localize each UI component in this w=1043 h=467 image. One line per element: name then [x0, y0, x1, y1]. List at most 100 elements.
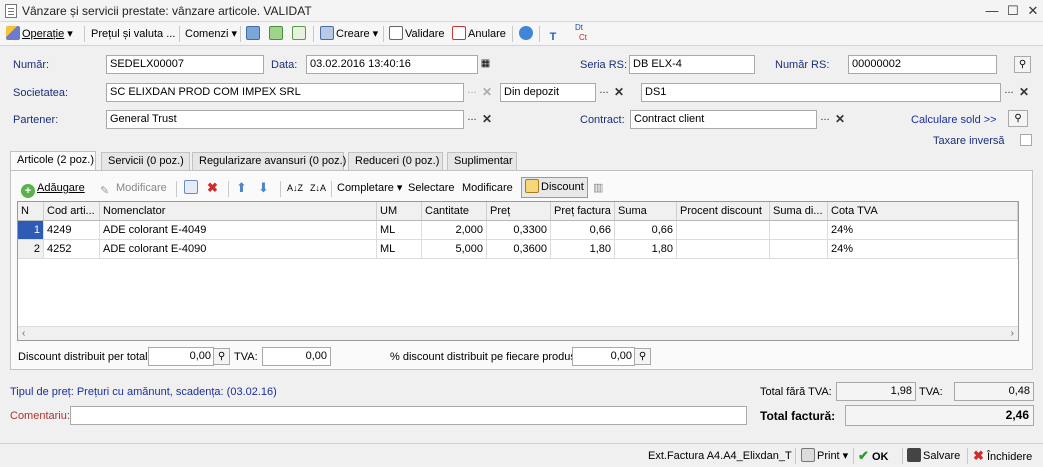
horizontal-scrollbar[interactable]: ‹ ›: [18, 326, 1018, 340]
ok-button[interactable]: ✔ OK: [858, 447, 888, 465]
table-cell[interactable]: 0,3300: [487, 221, 551, 240]
col-header-pret[interactable]: Preț: [487, 202, 551, 221]
discount-produs-field[interactable]: 0,00: [572, 347, 635, 366]
scroll-right-icon[interactable]: ›: [1011, 327, 1014, 340]
col-header-suma[interactable]: Suma: [615, 202, 677, 221]
copy-row-icon[interactable]: [184, 179, 200, 197]
tab-articole[interactable]: Articole (2 poz.): [10, 151, 96, 170]
adaugare-button[interactable]: + Adăugare: [21, 179, 85, 198]
calendar-icon[interactable]: ▦: [477, 56, 494, 73]
move-up-icon[interactable]: ⬆: [236, 179, 247, 197]
col-header-pret-factura[interactable]: Preț factura: [551, 202, 615, 221]
societatea-field[interactable]: SC ELIXDAN PROD COM IMPEX SRL: [106, 83, 464, 102]
table-cell[interactable]: [770, 240, 828, 259]
table-cell[interactable]: 4252: [44, 240, 100, 259]
comenzi-menu[interactable]: Comenzi ▾: [185, 25, 237, 43]
modificare2-button[interactable]: Modificare: [462, 179, 513, 197]
partener-field[interactable]: General Trust: [106, 110, 464, 129]
contract-clear-icon[interactable]: ✕: [833, 111, 847, 128]
discount-tva-field[interactable]: 0,00: [262, 347, 331, 366]
operatie-menu[interactable]: Operație ▾: [6, 25, 73, 43]
modificare-button[interactable]: ✎ Modificare: [100, 179, 167, 197]
table-row[interactable]: 1: [18, 221, 44, 240]
discount-button[interactable]: Discount: [521, 177, 588, 198]
search-icon[interactable]: ⚲: [1014, 56, 1031, 73]
seria-rs-field[interactable]: DB ELX-4: [629, 55, 755, 74]
data-field[interactable]: 03.02.2016 13:40:16: [306, 55, 478, 74]
table-cell[interactable]: 0,66: [551, 221, 615, 240]
tipul-pret-link[interactable]: Tipul de preț: Prețuri cu amănunt, scade…: [10, 386, 277, 398]
import-icon[interactable]: [246, 25, 262, 43]
maximize-button[interactable]: ☐: [1003, 2, 1023, 20]
table-cell[interactable]: 0,66: [615, 221, 677, 240]
search-icon[interactable]: ⚲: [1008, 110, 1028, 127]
sort-za-icon[interactable]: Z↓A: [310, 179, 326, 197]
tab-servicii[interactable]: Servicii (0 poz.): [101, 152, 190, 170]
col-header-cota-tva[interactable]: Cota TVA: [828, 202, 1018, 221]
table-cell[interactable]: ADE colorant E-4049: [100, 221, 377, 240]
societatea-browse-button[interactable]: ...: [464, 84, 480, 101]
delete-icon[interactable]: ✖: [207, 179, 218, 197]
col-header-suma-discount[interactable]: Suma di...: [770, 202, 828, 221]
refresh-icon[interactable]: [269, 25, 285, 43]
text-format-icon[interactable]: T: [546, 25, 562, 43]
col-header-nomenclator[interactable]: Nomenclator: [100, 202, 377, 221]
depozit-browse-button[interactable]: ...: [596, 84, 612, 101]
ds-field[interactable]: DS1: [641, 83, 1001, 102]
chat-icon[interactable]: [519, 25, 535, 43]
partener-browse-button[interactable]: ...: [464, 111, 480, 128]
ds-clear-icon[interactable]: ✕: [1017, 84, 1031, 101]
discount-total-field[interactable]: 0,00: [148, 347, 214, 366]
tab-regularizare[interactable]: Regularizare avansuri (0 poz.): [192, 152, 346, 170]
contract-field[interactable]: Contract client: [630, 110, 817, 129]
close-button[interactable]: ✕: [1023, 2, 1043, 20]
sort-az-icon[interactable]: A↓Z: [287, 179, 303, 197]
scroll-left-icon[interactable]: ‹: [22, 327, 25, 340]
add-document-icon[interactable]: [292, 25, 308, 43]
table-cell[interactable]: 24%: [828, 221, 1018, 240]
table-cell[interactable]: [677, 221, 770, 240]
table-cell[interactable]: [677, 240, 770, 259]
comentariu-field[interactable]: [70, 406, 747, 425]
table-cell[interactable]: 1,80: [551, 240, 615, 259]
table-cell[interactable]: [770, 221, 828, 240]
col-header-um[interactable]: UM: [377, 202, 422, 221]
taxare-inversa-checkbox[interactable]: [1020, 134, 1032, 146]
col-header-n[interactable]: N: [18, 202, 44, 221]
debit-credit-button[interactable]: Dt Ct: [575, 23, 587, 42]
contract-browse-button[interactable]: ...: [817, 111, 833, 128]
completare-menu[interactable]: Completare ▾: [337, 179, 402, 197]
search-icon[interactable]: ⚲: [213, 348, 230, 365]
minimize-button[interactable]: —: [982, 2, 1002, 20]
table-cell[interactable]: ML: [377, 240, 422, 259]
col-header-procent-discount[interactable]: Procent discount: [677, 202, 770, 221]
societatea-clear-icon[interactable]: ✕: [480, 84, 494, 101]
validare-button[interactable]: Validare: [389, 25, 445, 43]
table-cell[interactable]: ML: [377, 221, 422, 240]
inchidere-button[interactable]: ✖ Închidere: [973, 447, 1032, 465]
tab-reduceri[interactable]: Reduceri (0 poz.): [348, 152, 443, 170]
search-icon[interactable]: ⚲: [634, 348, 651, 365]
move-down-icon[interactable]: ⬇: [258, 179, 269, 197]
table-cell[interactable]: 5,000: [422, 240, 487, 259]
partener-clear-icon[interactable]: ✕: [480, 111, 494, 128]
numar-field[interactable]: SEDELX00007: [106, 55, 264, 74]
barcode-icon[interactable]: ▥: [593, 179, 603, 197]
ds-browse-button[interactable]: ...: [1001, 84, 1017, 101]
table-cell[interactable]: 0,3600: [487, 240, 551, 259]
calculare-sold-link[interactable]: Calculare sold >>: [911, 114, 997, 126]
col-header-cod[interactable]: Cod arti...: [44, 202, 100, 221]
anulare-button[interactable]: Anulare: [452, 25, 506, 43]
salvare-button[interactable]: Salvare: [907, 447, 960, 465]
table-cell[interactable]: 4249: [44, 221, 100, 240]
pretul-valuta-button[interactable]: Prețul și valuta ...: [91, 25, 175, 43]
col-header-cantitate[interactable]: Cantitate: [422, 202, 487, 221]
table-row[interactable]: 2: [18, 240, 44, 259]
print-menu[interactable]: Print ▾: [801, 447, 848, 465]
numar-rs-field[interactable]: 00000002: [848, 55, 997, 74]
table-cell[interactable]: 1,80: [615, 240, 677, 259]
depozit-clear-icon[interactable]: ✕: [612, 84, 626, 101]
ext-factura-button[interactable]: Ext.Factura A4.A4_Elixdan_T: [648, 447, 792, 465]
table-cell[interactable]: ADE colorant E-4090: [100, 240, 377, 259]
selectare-button[interactable]: Selectare: [408, 179, 454, 197]
